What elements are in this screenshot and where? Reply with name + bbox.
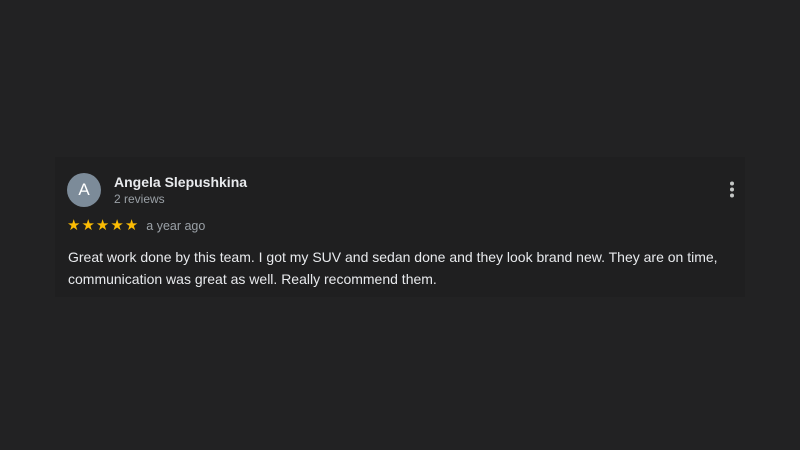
more-vert-icon <box>730 181 734 198</box>
star-icon: ★ <box>67 217 81 234</box>
star-icon: ★ <box>81 217 95 234</box>
author-review-count: 2 reviews <box>114 192 165 206</box>
avatar[interactable]: A <box>67 173 101 207</box>
star-icon: ★ <box>110 217 124 234</box>
more-options-button[interactable] <box>719 177 745 203</box>
star-rating: ★ ★ ★ ★ ★ <box>67 218 138 233</box>
author-name[interactable]: Angela Slepushkina <box>114 174 247 190</box>
star-icon: ★ <box>124 217 139 234</box>
review-card: A Angela Slepushkina 2 reviews ★ ★ ★ ★ ★ a y… <box>55 157 745 297</box>
rating-row: ★ ★ ★ ★ ★ a year ago <box>67 218 205 233</box>
star-icon: ★ <box>95 217 110 234</box>
review-date: a year ago <box>146 218 206 233</box>
review-text: Great work done by this team. I got my S… <box>68 249 718 287</box>
